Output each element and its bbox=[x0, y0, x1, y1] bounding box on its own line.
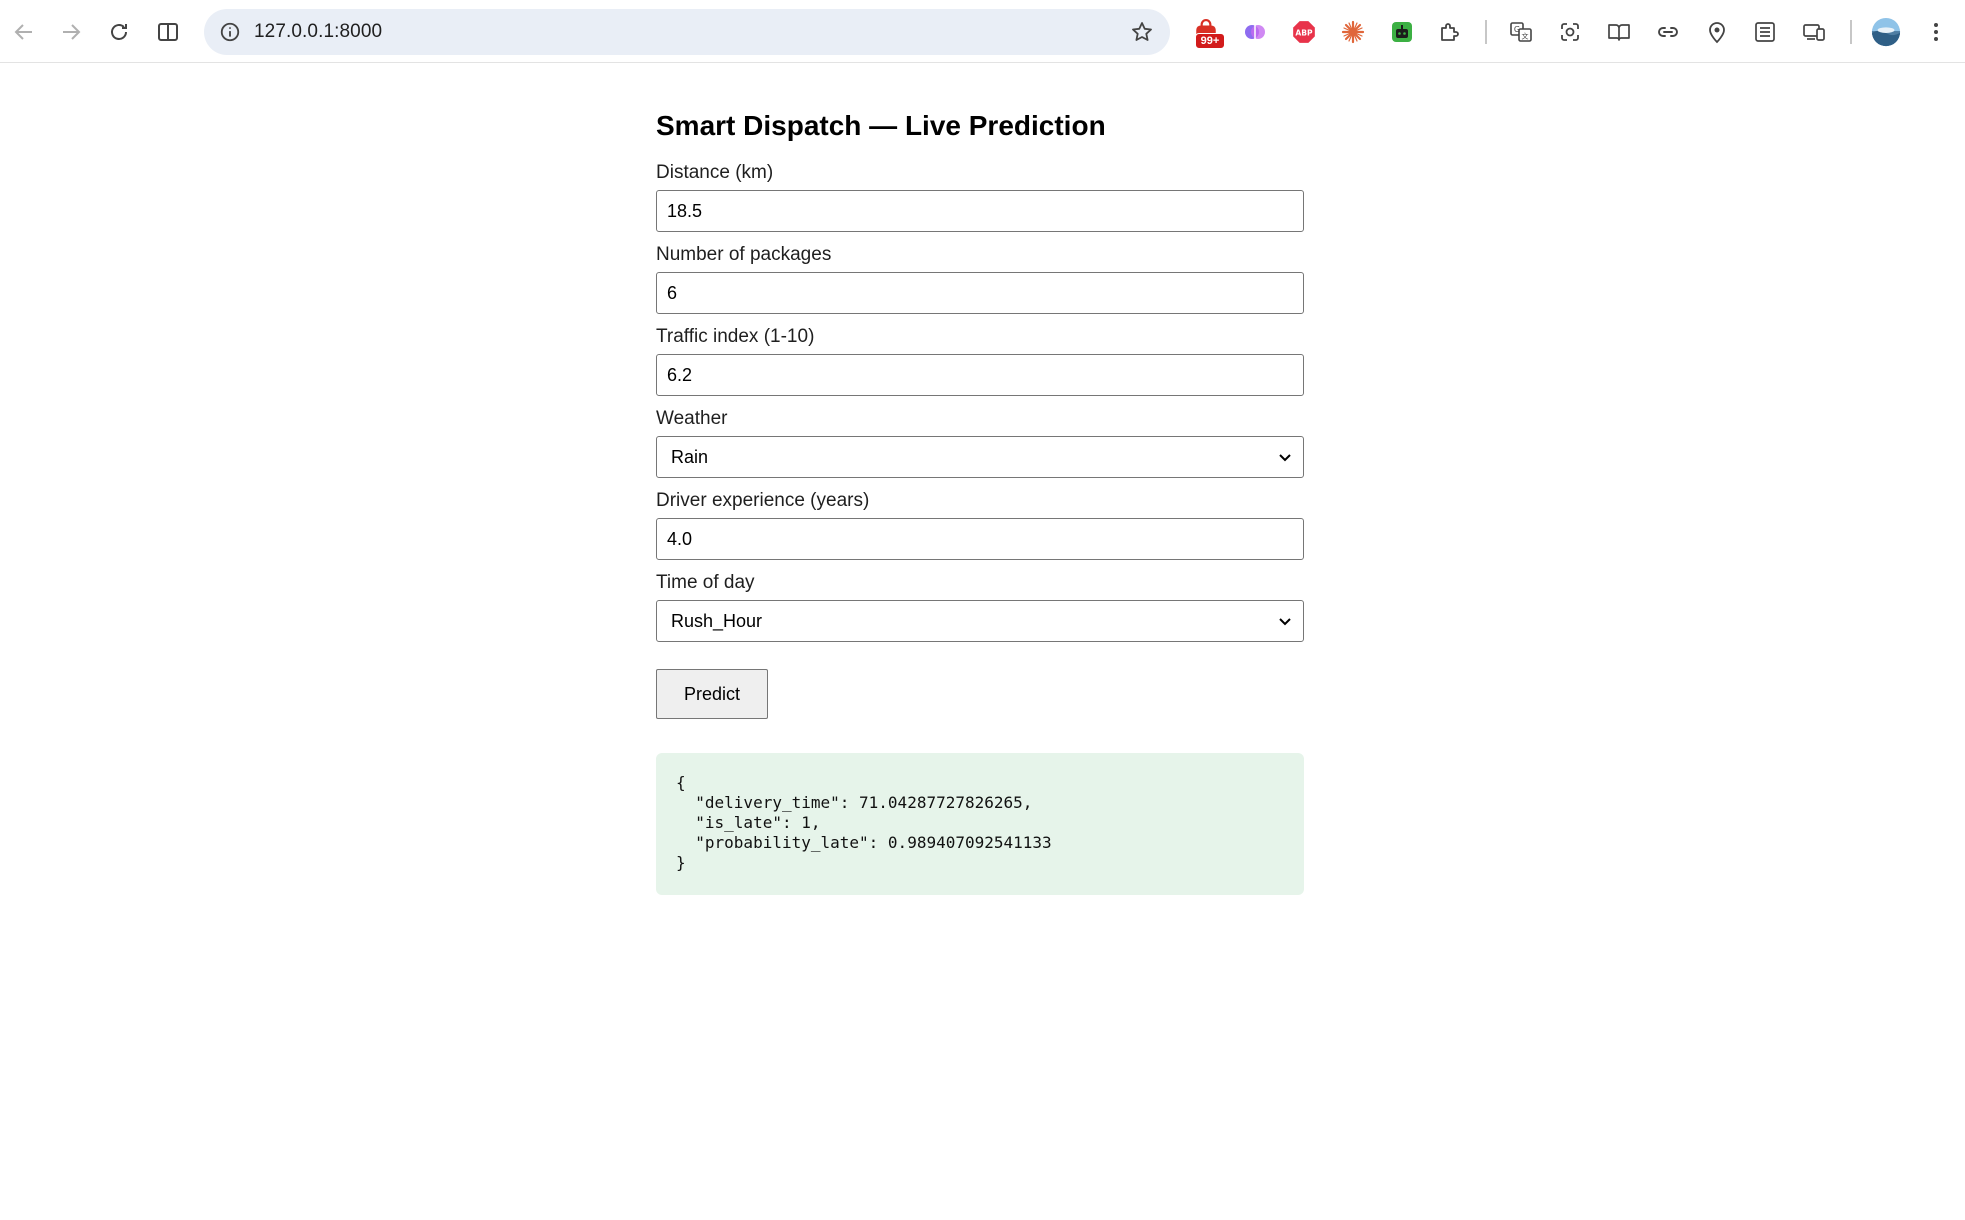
svg-text:G: G bbox=[1514, 25, 1520, 34]
address-bar[interactable]: 127.0.0.1:8000 bbox=[204, 9, 1170, 55]
split-view-button[interactable] bbox=[148, 12, 188, 52]
device-cast-icon[interactable] bbox=[1796, 14, 1832, 50]
site-info-icon[interactable] bbox=[216, 18, 244, 46]
weather-select[interactable]: Rain bbox=[656, 436, 1304, 478]
experience-label: Driver experience (years) bbox=[656, 490, 870, 511]
back-button[interactable] bbox=[4, 12, 44, 52]
time-of-day-field-group: Time of day Rush_Hour bbox=[656, 572, 1304, 642]
predict-button[interactable]: Predict bbox=[656, 669, 768, 719]
browser-toolbar: 127.0.0.1:8000 99+ ABP G文 bbox=[0, 0, 1965, 63]
svg-text:ABP: ABP bbox=[1295, 28, 1313, 37]
arrow-left-icon bbox=[14, 24, 32, 40]
toolbar-divider bbox=[1850, 20, 1852, 44]
experience-field-group: Driver experience (years) 4.0 bbox=[656, 490, 1304, 560]
reload-button[interactable] bbox=[99, 12, 139, 52]
split-view-icon bbox=[158, 23, 178, 41]
time-of-day-label: Time of day bbox=[656, 572, 755, 593]
extension-badge: 99+ bbox=[1195, 33, 1225, 49]
more-menu-icon[interactable] bbox=[1918, 14, 1954, 50]
reading-list-icon[interactable] bbox=[1747, 14, 1783, 50]
distance-label: Distance (km) bbox=[656, 162, 774, 183]
extension-red-bag-icon[interactable]: 99+ bbox=[1188, 14, 1225, 50]
toolbar-divider bbox=[1485, 20, 1487, 44]
url-text[interactable]: 127.0.0.1:8000 bbox=[254, 9, 382, 55]
packages-input[interactable]: 6 bbox=[656, 272, 1304, 314]
distance-field-group: Distance (km) 18.5 bbox=[656, 162, 1304, 232]
extensions-puzzle-icon[interactable] bbox=[1432, 14, 1468, 50]
arrow-right-icon bbox=[63, 24, 81, 40]
svg-text:文: 文 bbox=[1522, 32, 1529, 41]
forward-button[interactable] bbox=[51, 12, 91, 52]
bookmark-star-icon[interactable] bbox=[1128, 18, 1156, 46]
traffic-label: Traffic index (1-10) bbox=[656, 326, 815, 347]
prediction-result-json: { "delivery_time": 71.04287727826265, "i… bbox=[676, 773, 1052, 872]
link-icon[interactable] bbox=[1650, 14, 1686, 50]
chevron-down-icon bbox=[1279, 618, 1291, 626]
location-pin-icon[interactable] bbox=[1699, 14, 1735, 50]
time-of-day-selected-value: Rush_Hour bbox=[671, 611, 763, 631]
google-lens-icon[interactable] bbox=[1552, 14, 1588, 50]
extension-starburst-icon[interactable] bbox=[1335, 14, 1371, 50]
packages-label: Number of packages bbox=[656, 244, 832, 265]
adblock-plus-icon[interactable]: ABP bbox=[1286, 14, 1322, 50]
prediction-result-box: { "delivery_time": 71.04287727826265, "i… bbox=[656, 753, 1304, 895]
reload-icon bbox=[111, 24, 127, 40]
time-of-day-select[interactable]: Rush_Hour bbox=[656, 600, 1304, 642]
reading-mode-icon[interactable] bbox=[1601, 14, 1637, 50]
distance-input[interactable]: 18.5 bbox=[656, 190, 1304, 232]
packages-field-group: Number of packages 6 bbox=[656, 244, 1304, 314]
weather-field-group: Weather Rain bbox=[656, 408, 1304, 478]
prediction-form: Smart Dispatch — Live Prediction Distanc… bbox=[656, 108, 1304, 895]
extension-green-robot-icon[interactable] bbox=[1384, 14, 1420, 50]
experience-input[interactable]: 4.0 bbox=[656, 518, 1304, 560]
traffic-input[interactable]: 6.2 bbox=[656, 354, 1304, 396]
weather-selected-value: Rain bbox=[671, 447, 709, 467]
profile-avatar[interactable] bbox=[1868, 14, 1904, 50]
traffic-field-group: Traffic index (1-10) 6.2 bbox=[656, 326, 1304, 396]
page-title: Smart Dispatch — Live Prediction bbox=[656, 110, 1106, 141]
translate-icon[interactable]: G文 bbox=[1503, 14, 1539, 50]
extension-brain-icon[interactable] bbox=[1237, 14, 1273, 50]
weather-label: Weather bbox=[656, 408, 728, 429]
chevron-down-icon bbox=[1279, 454, 1291, 462]
